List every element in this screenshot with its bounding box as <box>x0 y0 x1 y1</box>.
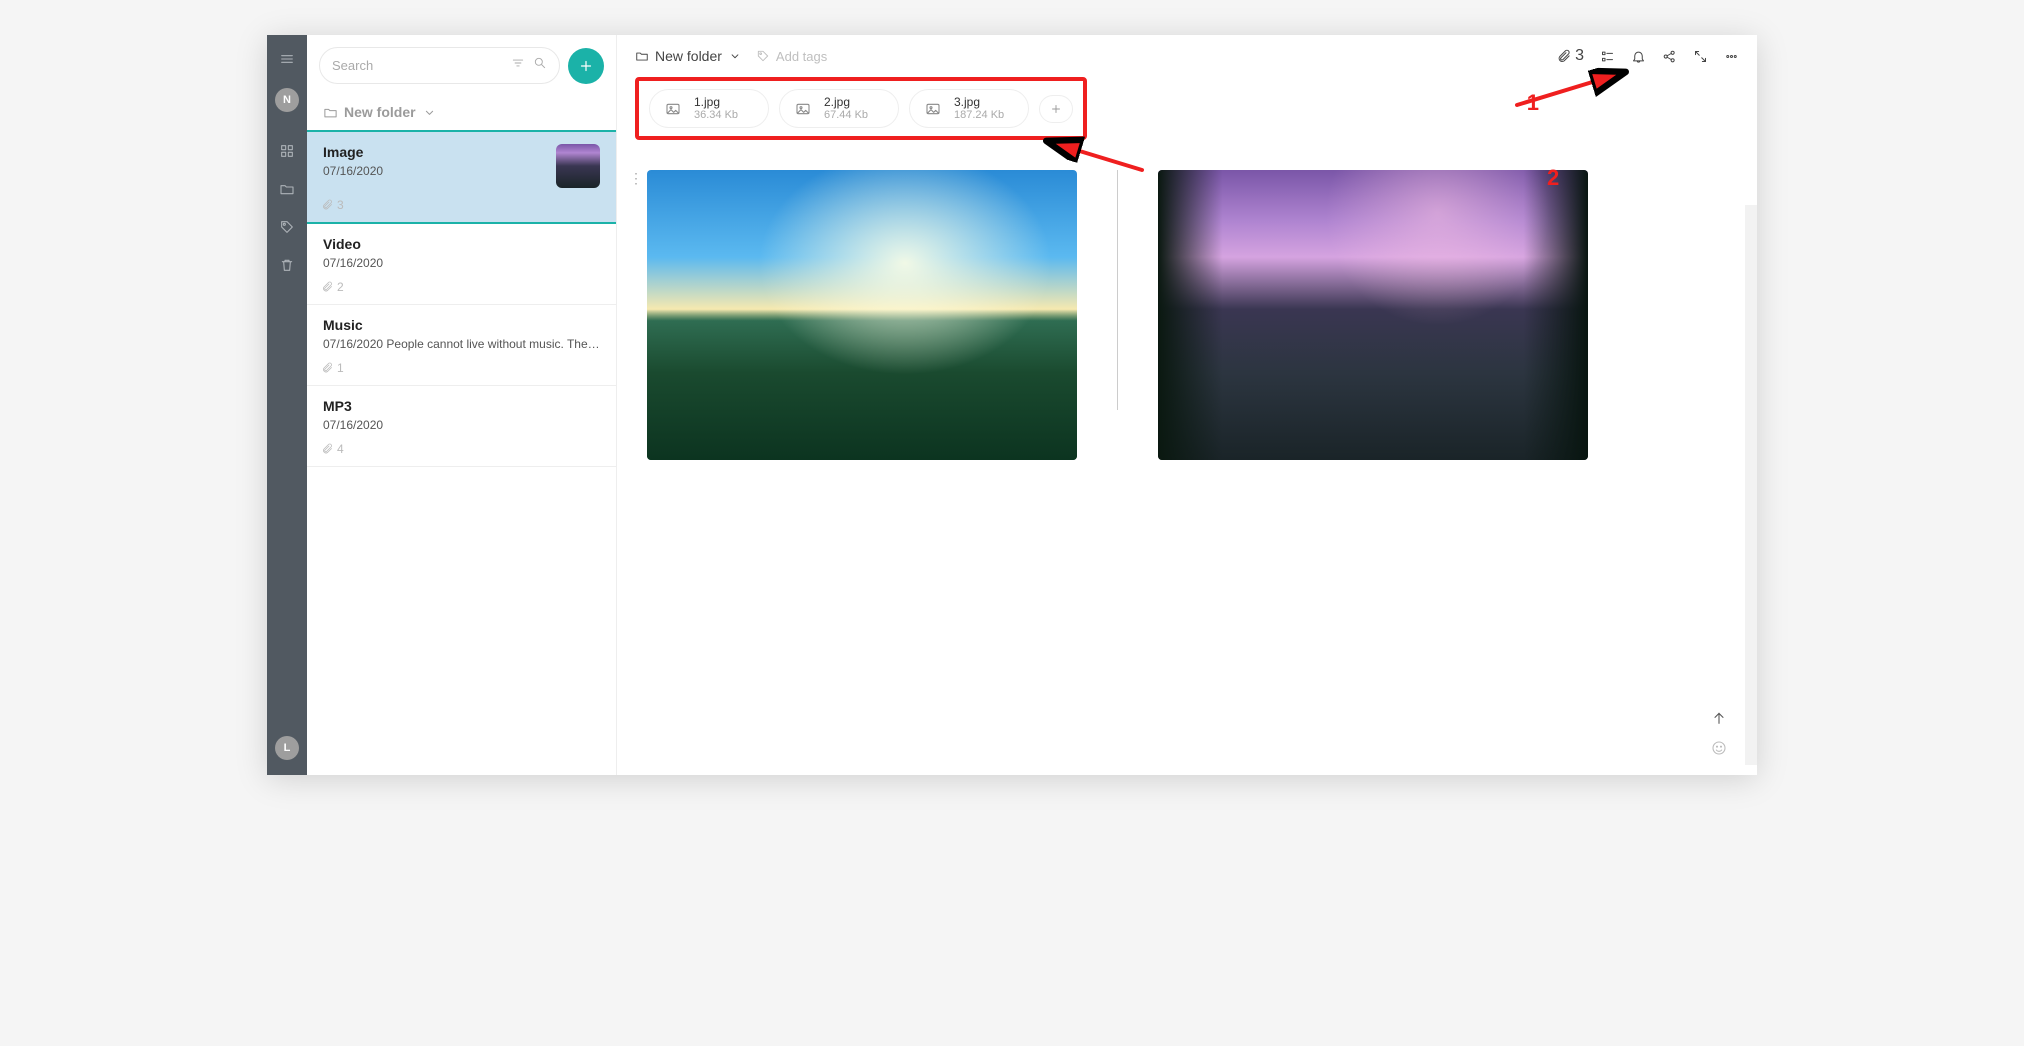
note-item-mp3[interactable]: MP3 07/16/2020 4 <box>307 386 616 467</box>
note-attach-badge: 2 <box>321 280 600 294</box>
search-box[interactable] <box>319 47 560 84</box>
note-subtitle: 07/16/2020 <box>323 164 548 178</box>
note-attach-badge: 4 <box>321 442 600 456</box>
attachment-chip[interactable]: 2.jpg67.44 Kb <box>779 89 899 128</box>
note-title: Music <box>323 317 600 333</box>
note-attach-badge: 1 <box>321 361 600 375</box>
list-view-icon[interactable] <box>1600 49 1615 64</box>
scroll-top-button[interactable] <box>1711 710 1727 731</box>
bell-icon[interactable] <box>1631 49 1646 64</box>
folder-icon[interactable] <box>278 180 296 198</box>
sidebar-panel: New folder Image 07/16/2020 3 Video <box>307 35 617 775</box>
attachment-name: 1.jpg <box>694 96 738 109</box>
note-item-image[interactable]: Image 07/16/2020 3 <box>307 132 616 224</box>
attachment-chip[interactable]: 3.jpg187.24 Kb <box>909 89 1029 128</box>
attachment-name: 2.jpg <box>824 96 868 109</box>
note-item-video[interactable]: Video 07/16/2020 2 <box>307 224 616 305</box>
add-tags-label: Add tags <box>776 49 827 64</box>
note-list: Image 07/16/2020 3 Video 07/16/2020 2 <box>307 132 616 775</box>
attachment-count: 3 <box>1575 47 1584 65</box>
add-button[interactable] <box>568 48 604 84</box>
expand-icon[interactable] <box>1693 49 1708 64</box>
attachment-size: 187.24 Kb <box>954 109 1004 121</box>
search-input[interactable] <box>332 58 511 73</box>
folder-header[interactable]: New folder <box>307 94 616 132</box>
apps-icon[interactable] <box>278 142 296 160</box>
note-subtitle: 07/16/2020 <box>323 256 600 270</box>
add-attachment-button[interactable] <box>1039 95 1073 123</box>
image-block: ⋮⋮ <box>647 170 1077 460</box>
attachments-wrap: 1.jpg36.34 Kb 2.jpg67.44 Kb 3.jpg187.24 … <box>617 77 1757 140</box>
share-icon[interactable] <box>1662 49 1677 64</box>
attachment-size: 67.44 Kb <box>824 109 868 121</box>
annotation-label-2: 2 <box>1547 165 1559 191</box>
divider <box>1117 170 1118 410</box>
search-icon[interactable] <box>533 56 547 75</box>
image-preview[interactable] <box>647 170 1077 460</box>
image-block <box>1158 170 1588 460</box>
content: New folder Add tags 3 <box>617 35 1757 775</box>
feedback-icon[interactable] <box>1711 740 1727 761</box>
avatar[interactable]: N <box>275 88 299 112</box>
panel-top <box>307 35 616 94</box>
filter-icon[interactable] <box>511 56 525 75</box>
note-attach-badge: 3 <box>321 198 600 212</box>
image-icon <box>662 98 684 120</box>
menu-icon[interactable] <box>278 50 296 68</box>
image-icon <box>922 98 944 120</box>
folder-header-label: New folder <box>344 104 416 120</box>
add-tags-button[interactable]: Add tags <box>756 49 827 64</box>
image-icon <box>792 98 814 120</box>
note-title: MP3 <box>323 398 600 414</box>
more-icon[interactable] <box>1724 49 1739 64</box>
attachment-name: 3.jpg <box>954 96 1004 109</box>
note-title: Video <box>323 236 600 252</box>
content-header: New folder Add tags 3 <box>617 35 1757 77</box>
tag-icon[interactable] <box>278 218 296 236</box>
sidebar-rail: N L <box>267 35 307 775</box>
image-preview[interactable] <box>1158 170 1588 460</box>
note-subtitle: 07/16/2020 People cannot live without mu… <box>323 337 600 351</box>
avatar-support[interactable]: L <box>275 736 299 760</box>
breadcrumb-label: New folder <box>655 48 722 64</box>
app: N L New folder <box>267 35 1757 775</box>
attachment-size: 36.34 Kb <box>694 109 738 121</box>
breadcrumb[interactable]: New folder <box>635 48 742 64</box>
note-thumbnail <box>556 144 600 188</box>
attachment-count-button[interactable]: 3 <box>1556 47 1584 65</box>
note-item-music[interactable]: Music 07/16/2020 People cannot live with… <box>307 305 616 386</box>
note-title: Image <box>323 144 548 160</box>
trash-icon[interactable] <box>278 256 296 274</box>
annotation-label-1: 1 <box>1527 90 1539 116</box>
attachments-highlight: 1.jpg36.34 Kb 2.jpg67.44 Kb 3.jpg187.24 … <box>635 77 1087 140</box>
scrollbar[interactable] <box>1745 205 1757 765</box>
attachment-chip[interactable]: 1.jpg36.34 Kb <box>649 89 769 128</box>
toolbar: 3 <box>1556 47 1739 65</box>
note-subtitle: 07/16/2020 <box>323 418 600 432</box>
image-grid: ⋮⋮ <box>617 140 1757 775</box>
